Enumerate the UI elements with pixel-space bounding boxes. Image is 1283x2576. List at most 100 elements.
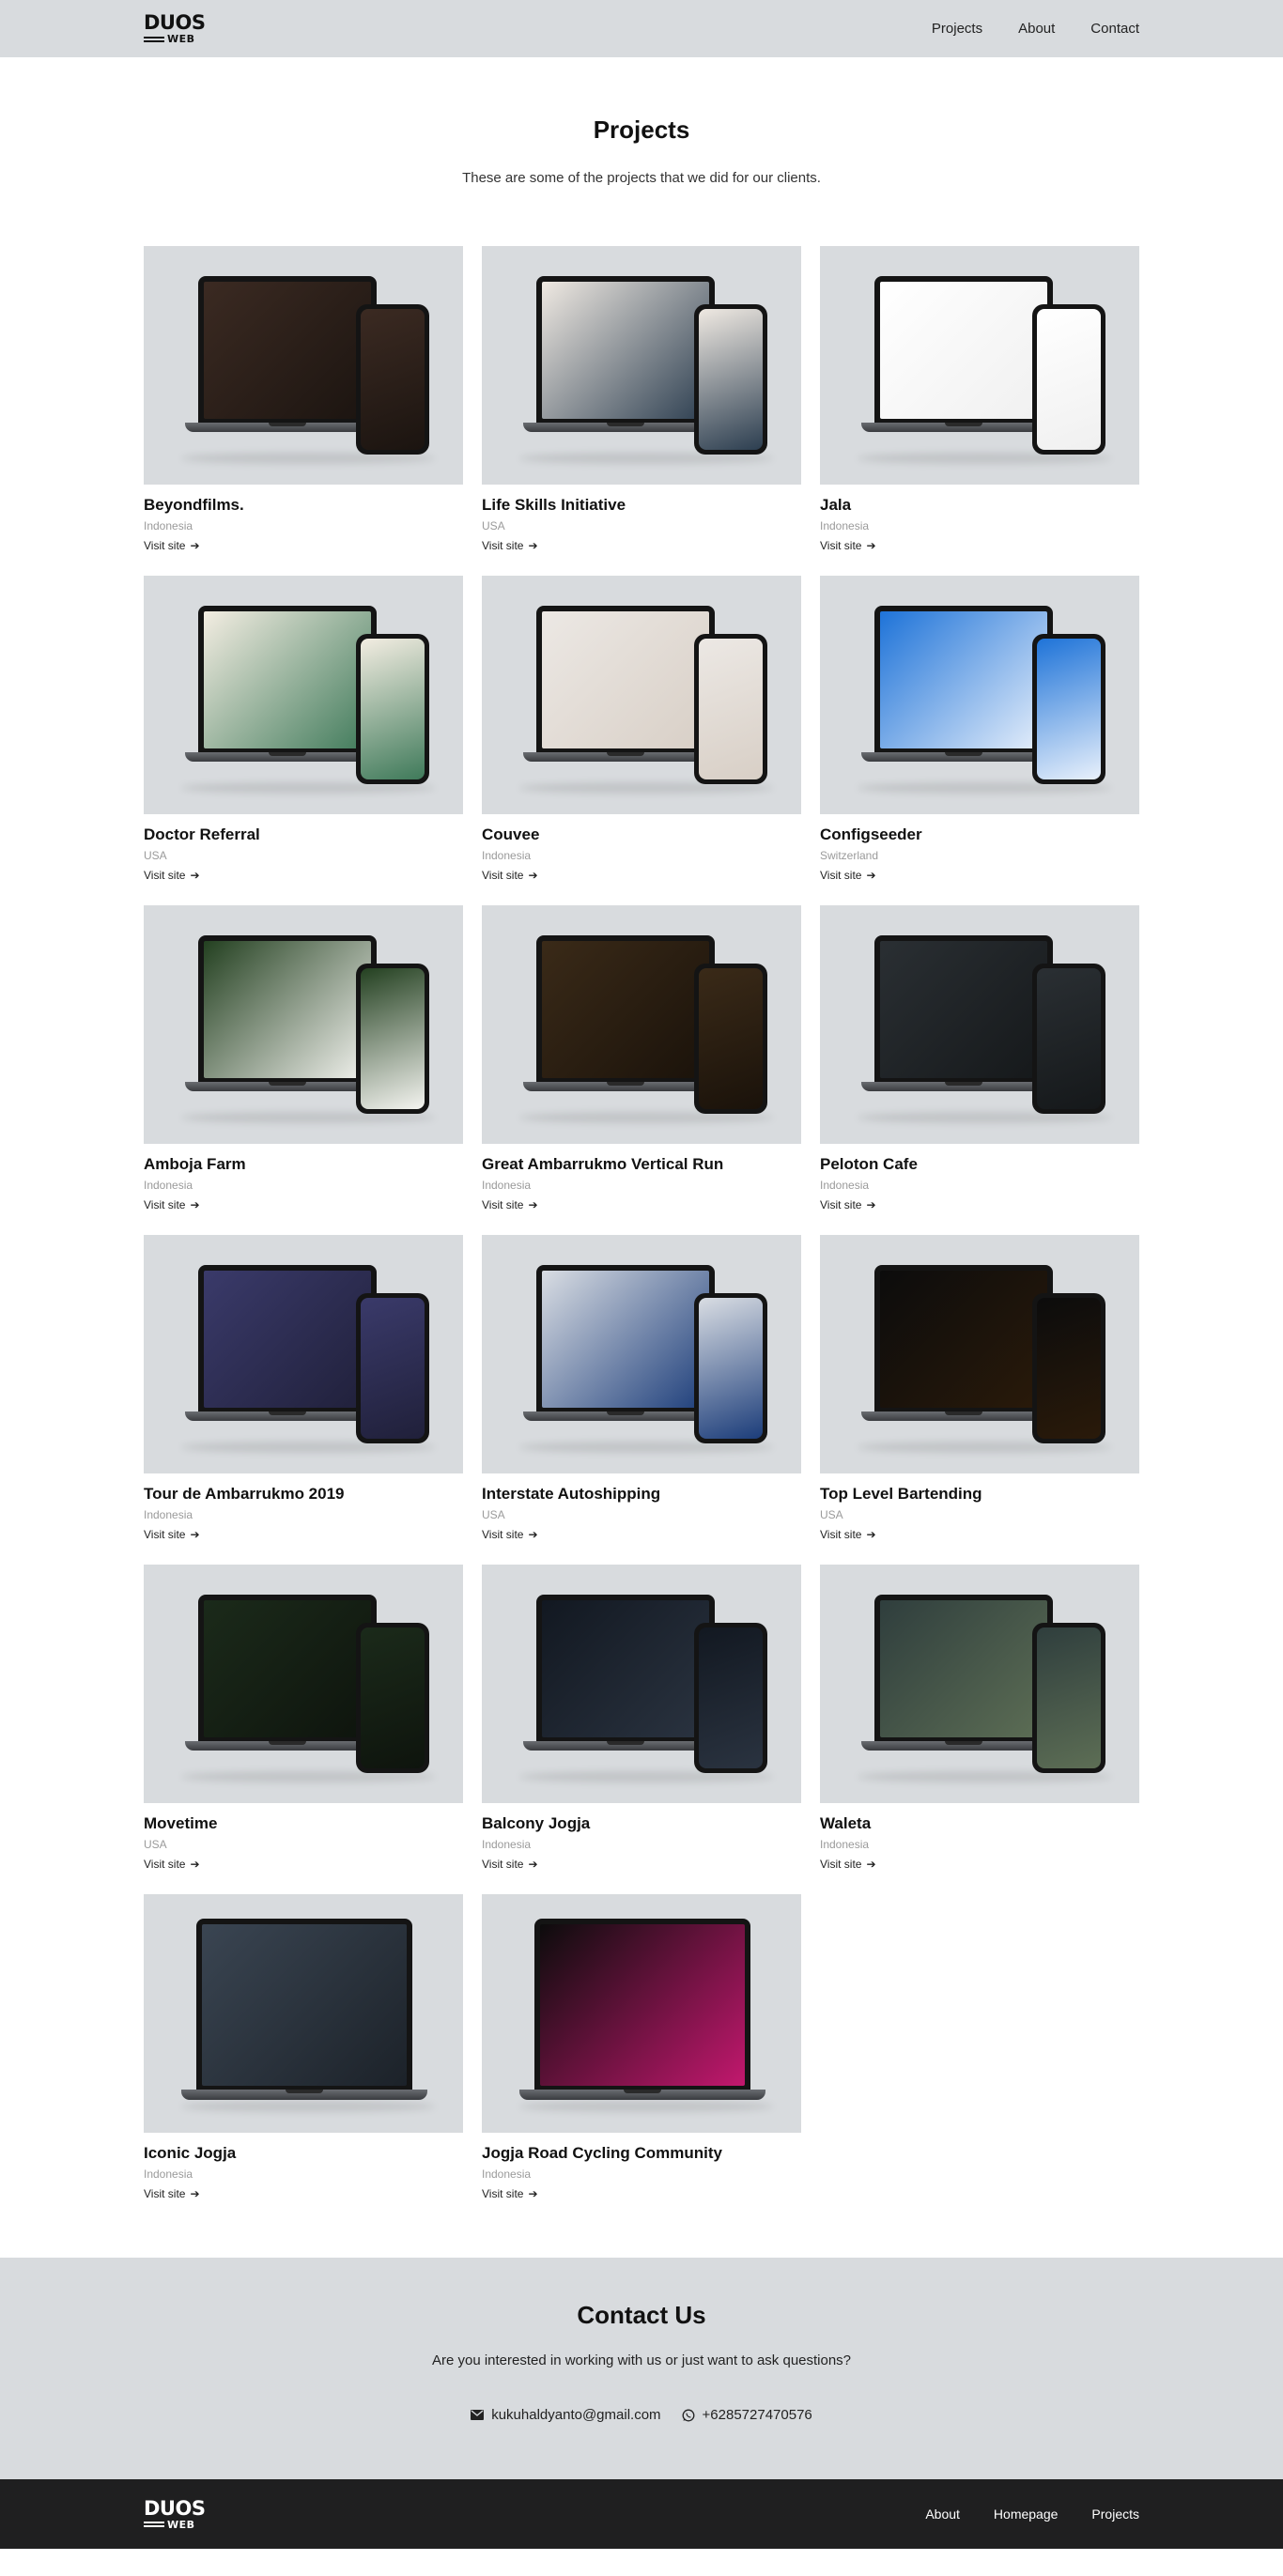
project-title: Couvee [482, 825, 540, 843]
project-card: Top Level Bartending USA Visit site ➔ [820, 1235, 1139, 1565]
visit-site-link[interactable]: Visit site ➔ [482, 1198, 538, 1211]
project-title: Jala [820, 496, 852, 514]
phone-mockup [356, 304, 429, 455]
visit-site-link[interactable]: Visit site ➔ [144, 1858, 200, 1871]
visit-site-label: Visit site [820, 869, 862, 882]
phone-mockup [356, 1293, 429, 1443]
visit-site-label: Visit site [482, 1198, 524, 1211]
arrow-right-icon: ➔ [190, 869, 200, 882]
project-country: USA [482, 519, 505, 532]
footer-nav: About Homepage Projects [925, 2507, 1139, 2522]
phone-mockup [1032, 634, 1105, 784]
project-thumbnail[interactable] [820, 1565, 1139, 1803]
site-logo[interactable]: DUOS WEB [144, 11, 206, 45]
visit-site-link[interactable]: Visit site ➔ [482, 1858, 538, 1871]
project-thumbnail[interactable] [482, 1565, 801, 1803]
visit-site-link[interactable]: Visit site ➔ [482, 2187, 538, 2200]
contact-phone[interactable]: +6285727470576 [682, 2407, 812, 2423]
laptop-mockup [519, 1919, 765, 2103]
arrow-right-icon: ➔ [866, 869, 876, 882]
project-thumbnail[interactable] [482, 576, 801, 814]
project-thumbnail[interactable] [144, 576, 463, 814]
project-card: Interstate Autoshipping USA Visit site ➔ [482, 1235, 801, 1565]
visit-site-link[interactable]: Visit site ➔ [820, 1858, 876, 1871]
nav-projects[interactable]: Projects [932, 21, 982, 37]
visit-site-link[interactable]: Visit site ➔ [820, 869, 876, 882]
project-title: Balcony Jogja [482, 1814, 591, 1832]
main-nav: Projects About Contact [932, 21, 1139, 37]
visit-site-link[interactable]: Visit site ➔ [820, 539, 876, 552]
visit-site-link[interactable]: Visit site ➔ [482, 869, 538, 882]
visit-site-link[interactable]: Visit site ➔ [144, 869, 200, 882]
visit-site-link[interactable]: Visit site ➔ [144, 2187, 200, 2200]
project-thumbnail[interactable] [144, 1235, 463, 1473]
visit-site-link[interactable]: Visit site ➔ [144, 539, 200, 552]
project-card: Iconic Jogja Indonesia Visit site ➔ [144, 1894, 463, 2224]
phone-mockup [1032, 1623, 1105, 1773]
arrow-right-icon: ➔ [528, 1528, 538, 1541]
footer-logo[interactable]: DUOS WEB [144, 2498, 206, 2530]
project-title: Configseeder [820, 825, 922, 843]
project-card: Life Skills Initiative USA Visit site ➔ [482, 246, 801, 576]
project-thumbnail[interactable] [820, 1235, 1139, 1473]
project-country: Indonesia [482, 1838, 532, 1851]
arrow-right-icon: ➔ [866, 1528, 876, 1541]
project-card: Jala Indonesia Visit site ➔ [820, 246, 1139, 576]
project-thumbnail[interactable] [820, 246, 1139, 485]
visit-site-link[interactable]: Visit site ➔ [144, 1198, 200, 1211]
project-thumbnail[interactable] [820, 905, 1139, 1144]
footer-nav-homepage[interactable]: Homepage [994, 2507, 1059, 2522]
project-country: Indonesia [144, 1179, 193, 1192]
contact-section: Contact Us Are you interested in working… [0, 2258, 1283, 2479]
footer-nav-about[interactable]: About [925, 2507, 960, 2522]
project-country: Indonesia [482, 849, 532, 862]
visit-site-label: Visit site [144, 539, 186, 552]
project-country: Indonesia [820, 1838, 870, 1851]
project-card: Jogja Road Cycling Community Indonesia Vis… [482, 1894, 801, 2224]
phone-mockup [1032, 1293, 1105, 1443]
project-country: USA [820, 1508, 843, 1521]
footer-nav-projects[interactable]: Projects [1091, 2507, 1139, 2522]
project-thumbnail[interactable] [482, 905, 801, 1144]
contact-email[interactable]: kukuhaldyanto@gmail.com [471, 2407, 661, 2423]
project-thumbnail[interactable] [144, 246, 463, 485]
visit-site-link[interactable]: Visit site ➔ [820, 1198, 876, 1211]
arrow-right-icon: ➔ [866, 539, 876, 552]
arrow-right-icon: ➔ [190, 1198, 200, 1211]
project-card: Balcony Jogja Indonesia Visit site ➔ [482, 1565, 801, 1894]
arrow-right-icon: ➔ [528, 1858, 538, 1871]
project-card: Movetime USA Visit site ➔ [144, 1565, 463, 1894]
project-title: Beyondfilms. [144, 496, 244, 514]
project-card: Doctor Referral USA Visit site ➔ [144, 576, 463, 905]
visit-site-label: Visit site [144, 1858, 186, 1871]
envelope-icon [471, 2410, 485, 2420]
project-country: Indonesia [144, 1508, 193, 1521]
logo-text-bottom: WEB [167, 33, 195, 45]
visit-site-link[interactable]: Visit site ➔ [820, 1528, 876, 1541]
project-card: Waleta Indonesia Visit site ➔ [820, 1565, 1139, 1894]
project-title: Life Skills Initiative [482, 496, 626, 514]
project-thumbnail[interactable] [482, 1235, 801, 1473]
project-thumbnail[interactable] [144, 905, 463, 1144]
logo-text-top: DUOS [144, 11, 206, 34]
project-card: Peloton Cafe Indonesia Visit site ➔ [820, 905, 1139, 1235]
project-thumbnail[interactable] [144, 1565, 463, 1803]
arrow-right-icon: ➔ [528, 2187, 538, 2200]
visit-site-label: Visit site [482, 869, 524, 882]
nav-contact[interactable]: Contact [1090, 21, 1139, 37]
project-thumbnail[interactable] [144, 1894, 463, 2133]
nav-about[interactable]: About [1018, 21, 1055, 37]
visit-site-label: Visit site [820, 1858, 862, 1871]
project-card: Couvee Indonesia Visit site ➔ [482, 576, 801, 905]
visit-site-link[interactable]: Visit site ➔ [144, 1528, 200, 1541]
project-thumbnail[interactable] [482, 246, 801, 485]
visit-site-link[interactable]: Visit site ➔ [482, 1528, 538, 1541]
projects-description: These are some of the projects that we d… [462, 170, 821, 186]
project-thumbnail[interactable] [820, 576, 1139, 814]
project-thumbnail[interactable] [482, 1894, 801, 2133]
visit-site-label: Visit site [144, 1528, 186, 1541]
phone-mockup [356, 964, 429, 1114]
visit-site-link[interactable]: Visit site ➔ [482, 539, 538, 552]
visit-site-label: Visit site [820, 1528, 862, 1541]
contact-description: Are you interested in working with us or… [431, 2352, 852, 2368]
